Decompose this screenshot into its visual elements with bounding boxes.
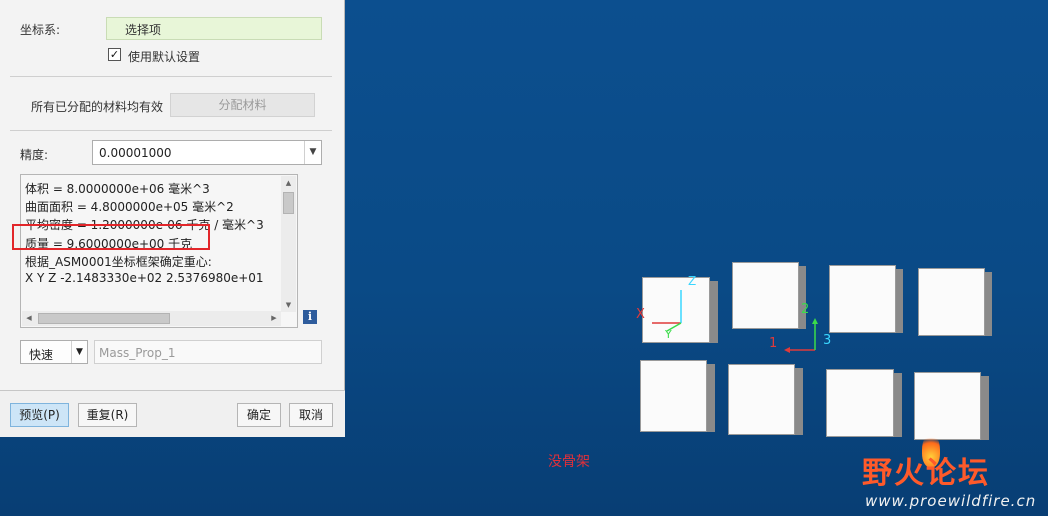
axis-x-label: X (636, 307, 645, 322)
axis-2-label: 2 (801, 302, 809, 317)
watermark-url: www.proewildfire.cn (865, 492, 1037, 510)
axis-1-label: 1 (769, 336, 777, 351)
axis-y-label: Y (664, 328, 672, 341)
coordinate-system-overlay: X Y Z 1 2 3 (636, 274, 831, 353)
csys-default[interactable]: 1 2 3 (769, 302, 831, 353)
viewport-caption: 没骨架 (548, 454, 590, 470)
csys-asm0001[interactable]: X Y Z (636, 274, 696, 341)
axis-3-label: 3 (823, 333, 831, 348)
watermark-logo: 野火论坛 (862, 456, 990, 491)
axis-z-label: Z (688, 274, 696, 288)
